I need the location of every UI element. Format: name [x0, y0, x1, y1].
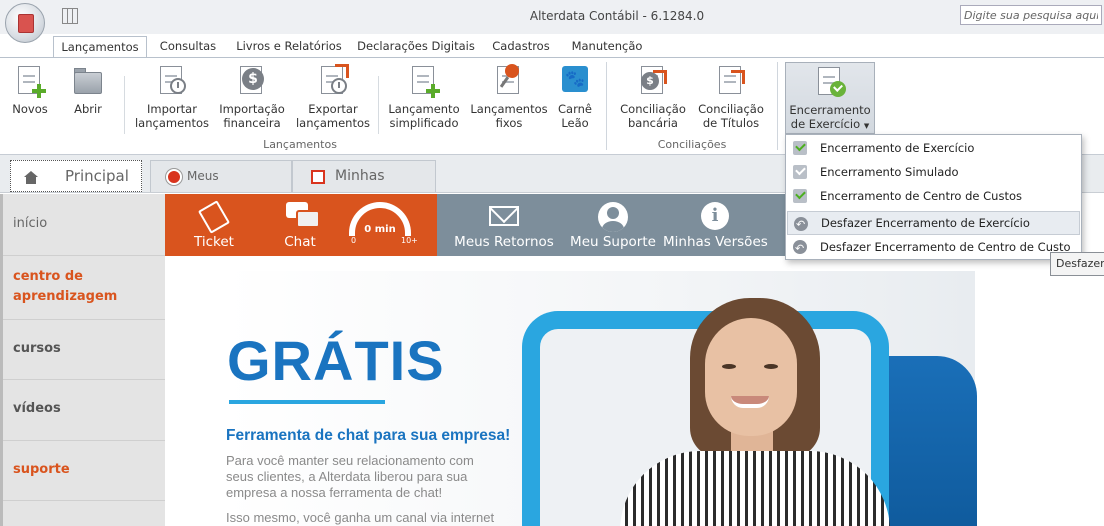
title-bar: Alterdata Contábil - 6.1284.0 — [0, 0, 1104, 43]
sidebar-item-inicio[interactable]: início — [13, 214, 47, 234]
paw-icon: 🐾 — [559, 64, 591, 98]
meus-retornos-button[interactable]: Meus Retornos — [451, 194, 557, 256]
carne-leao-button[interactable]: 🐾 Carnê Leão — [555, 64, 595, 130]
woman-photo-eye — [722, 364, 736, 369]
group-separator — [777, 62, 778, 150]
titles-reconcile-icon — [715, 64, 747, 98]
menu-item-desfazer-encerramento-centro-custo[interactable]: Desfazer Encerramento de Centro de Custo — [787, 235, 1080, 261]
woman-photo-smile — [731, 396, 769, 408]
menu-item-encerramento-exercicio[interactable]: Encerramento de Exercício — [787, 136, 1080, 160]
export-icon — [317, 64, 349, 98]
importacao-financeira-button[interactable]: $ Importação financeira — [217, 64, 287, 130]
close-year-check-icon — [814, 65, 846, 99]
sidebar-divider — [3, 440, 165, 441]
exportar-lancamentos-button[interactable]: Exportar lançamentos — [295, 64, 371, 130]
group-label-lancamentos: Lançamentos — [263, 138, 337, 151]
gauge-min-label: 0 — [351, 236, 357, 245]
banner-dark-shape — [885, 356, 977, 526]
promo-banner[interactable]: GRÁTIS Ferramenta de chat para sua empre… — [165, 256, 1104, 526]
banner-body: Para você manter seu relacionamento com … — [226, 453, 474, 500]
undo-icon — [793, 237, 807, 261]
app-window: Alterdata Contábil - 6.1284.0 Lançamento… — [0, 0, 1104, 526]
banner-headline: Ferramenta de chat para sua empresa! — [226, 427, 511, 444]
check-grey-icon — [793, 165, 807, 179]
window-title: Alterdata Contábil - 6.1284.0 — [529, 9, 705, 23]
support-nav-orange: Ticket Chat 0 min 0 10+ — [165, 194, 437, 256]
ribbon-tabs: Lançamentos Consultas Livros e Relatório… — [0, 34, 1104, 59]
tab-manutencao[interactable]: Manutenção — [562, 36, 652, 58]
sidebar-divider — [3, 500, 165, 501]
menu-item-encerramento-simulado[interactable]: Encerramento Simulado — [787, 160, 1080, 184]
tab-declaracoes-digitais[interactable]: Declarações Digitais — [352, 36, 480, 58]
sidebar-divider — [3, 255, 165, 256]
new-entry-icon — [408, 64, 440, 98]
tab-livros-relatorios[interactable]: Livros e Relatórios — [230, 36, 348, 58]
checkbox-tasks-icon — [311, 170, 325, 184]
tab-lancamentos[interactable]: Lançamentos — [53, 36, 147, 59]
home-icon — [23, 171, 39, 185]
doc-tab-meus-atendimentos[interactable]: Meus Atendimentos — [150, 160, 292, 213]
search-input[interactable] — [960, 5, 1102, 25]
woman-photo-shirt — [620, 451, 890, 526]
encerramento-dropdown-menu: Encerramento de Exercício Encerramento S… — [785, 134, 1082, 261]
info-icon: i — [701, 202, 729, 230]
woman-photo-eye — [764, 364, 778, 369]
minhas-versoes-button[interactable]: i Minhas Versões — [663, 194, 768, 256]
encerramento-exercicio-button[interactable]: Encerramento de Exercício ▼ — [785, 62, 875, 134]
sidebar-item-aprendizagem[interactable]: aprendizagem — [13, 287, 117, 307]
menu-item-desfazer-encerramento-exercicio[interactable]: Desfazer Encerramento de Exercício — [787, 211, 1080, 236]
sidebar-item-videos[interactable]: vídeos — [13, 399, 61, 419]
tab-consultas[interactable]: Consultas — [150, 36, 226, 58]
tooltip: Desfazer E — [1050, 252, 1104, 276]
menu-item-encerramento-centro-custos[interactable]: Encerramento de Centro de Custos — [787, 184, 1080, 208]
undo-icon — [794, 214, 808, 236]
chat-icon — [286, 202, 320, 228]
ribbon-separator — [378, 76, 379, 134]
calculator-icon — [18, 14, 34, 33]
banner-body-continued: Isso mesmo, você ganha um canal via inte… — [226, 510, 495, 525]
new-document-icon — [14, 64, 46, 98]
ribbon-separator — [124, 76, 125, 134]
app-menu-button[interactable] — [5, 3, 45, 43]
doc-tab-minhas-tarefas[interactable]: Minhas tarefas — [292, 160, 436, 214]
dropdown-arrow-icon: ▼ — [863, 122, 870, 130]
banner-title: GRÁTIS — [227, 329, 445, 392]
sidebar-item-suporte[interactable]: suporte — [13, 460, 70, 480]
sidebar-divider — [3, 379, 165, 380]
envelope-icon — [489, 206, 519, 226]
meu-suporte-button[interactable]: Meu Suporte — [567, 194, 659, 256]
sidebar-item-centro-de[interactable]: centro de — [13, 267, 83, 287]
conciliacao-titulos-button[interactable]: Conciliação de Títulos — [695, 64, 767, 130]
import-clock-icon — [156, 64, 188, 98]
abrir-button[interactable]: Abrir — [66, 64, 110, 116]
banner-title-underline — [229, 400, 385, 404]
check-icon — [793, 141, 807, 155]
wait-time-value: 0 min — [364, 224, 396, 235]
gauge-max-label: 10+ — [401, 236, 418, 245]
lancamentos-fixos-button[interactable]: Lançamentos fixos — [470, 64, 548, 130]
sidebar-item-cursos[interactable]: cursos — [13, 339, 61, 359]
group-separator — [606, 62, 607, 150]
ticket-icon — [197, 200, 231, 234]
folder-icon — [72, 64, 104, 98]
woman-photo-face — [705, 318, 797, 436]
support-badge-icon — [166, 169, 182, 185]
novos-button[interactable]: Novos — [8, 64, 52, 116]
conciliacao-bancaria-button[interactable]: $ Conciliação bancária — [617, 64, 689, 130]
importar-lancamentos-button[interactable]: Importar lançamentos — [134, 64, 210, 130]
dollar-check-icon — [793, 189, 807, 203]
group-label-conciliacoes: Conciliações — [657, 138, 727, 151]
pin-icon — [493, 64, 525, 98]
chat-button[interactable]: Chat — [265, 194, 335, 256]
ticket-button[interactable]: Ticket — [179, 194, 249, 256]
bank-reconcile-icon: $ — [637, 64, 669, 98]
user-icon — [598, 202, 628, 232]
dollar-icon: $ — [236, 64, 268, 98]
doc-tab-principal[interactable]: Principal — [10, 160, 142, 192]
sidebar-divider — [3, 319, 165, 320]
tab-cadastros[interactable]: Cadastros — [484, 36, 558, 58]
sidebar: início centro de aprendizagem cursos víd… — [0, 194, 165, 526]
support-nav-grey: Meus Retornos Meu Suporte i Minhas Versõ… — [437, 194, 785, 256]
lancamento-simplificado-button[interactable]: Lançamento simplificado — [386, 64, 462, 130]
